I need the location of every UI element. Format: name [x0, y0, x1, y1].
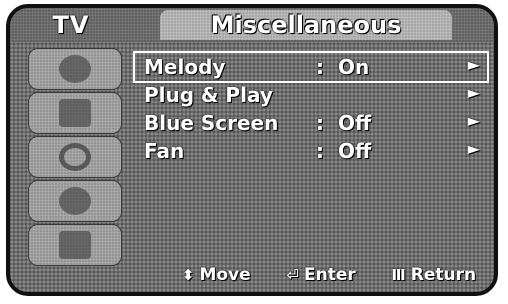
tv-osd-screen: TV Miscellaneous Melody : On ► Plug & Pl…	[0, 0, 508, 304]
sound-icon[interactable]	[28, 92, 122, 134]
return-icon: Ⅲ	[391, 266, 406, 284]
picture-icon-glyph	[59, 55, 91, 83]
arrow-right-icon: ►	[467, 83, 480, 102]
arrow-right-icon: ►	[467, 55, 480, 74]
menu-item-colon: :	[316, 111, 324, 135]
menu-item-blue-screen[interactable]: Blue Screen : Off ►	[136, 110, 486, 136]
channel-icon[interactable]	[28, 136, 122, 178]
osd-frame: TV Miscellaneous Melody : On ► Plug & Pl…	[6, 4, 498, 296]
channel-icon-glyph	[59, 143, 91, 171]
arrow-right-icon: ►	[467, 139, 480, 158]
input-icon[interactable]	[28, 224, 122, 266]
enter-icon: ⏎	[286, 266, 300, 284]
sound-icon-glyph	[59, 99, 91, 127]
menu-item-label: Blue Screen	[144, 111, 279, 135]
menu-item-label: Plug & Play	[144, 83, 273, 107]
return-hint: Ⅲ Return	[392, 265, 477, 285]
move-label: Move	[199, 265, 251, 285]
updown-arrow-icon: ⬍	[181, 266, 195, 284]
setup-icon[interactable]	[28, 180, 122, 222]
page-title: Miscellaneous	[210, 11, 402, 39]
title-tab: Miscellaneous	[160, 10, 452, 40]
menu-item-colon: :	[316, 55, 324, 79]
enter-hint: ⏎ Enter	[286, 265, 355, 285]
menu-item-plug-and-play[interactable]: Plug & Play ►	[136, 82, 486, 108]
setup-icon-glyph	[59, 187, 91, 215]
osd-header: TV Miscellaneous	[10, 8, 494, 42]
enter-label: Enter	[304, 265, 356, 285]
picture-icon[interactable]	[28, 48, 122, 90]
menu-list: Melody : On ► Plug & Play ► Blue Screen …	[133, 51, 492, 254]
menu-item-value: Off	[338, 111, 372, 135]
menu-item-value: On	[338, 55, 370, 79]
button-hints: ⬍ Move ⏎ Enter Ⅲ Return	[164, 262, 494, 288]
menu-item-melody[interactable]: Melody : On ►	[133, 51, 489, 83]
menu-item-value: Off	[338, 139, 372, 163]
tv-label: TV	[52, 11, 90, 39]
category-sidebar	[16, 46, 128, 274]
menu-item-fan[interactable]: Fan : Off ►	[136, 138, 486, 164]
arrow-right-icon: ►	[467, 111, 480, 130]
menu-item-colon: :	[316, 139, 324, 163]
menu-item-label: Fan	[144, 139, 185, 163]
return-label: Return	[410, 265, 477, 285]
input-icon-glyph	[59, 231, 91, 259]
move-hint: ⬍ Move	[182, 265, 251, 285]
menu-item-label: Melody	[144, 55, 226, 79]
